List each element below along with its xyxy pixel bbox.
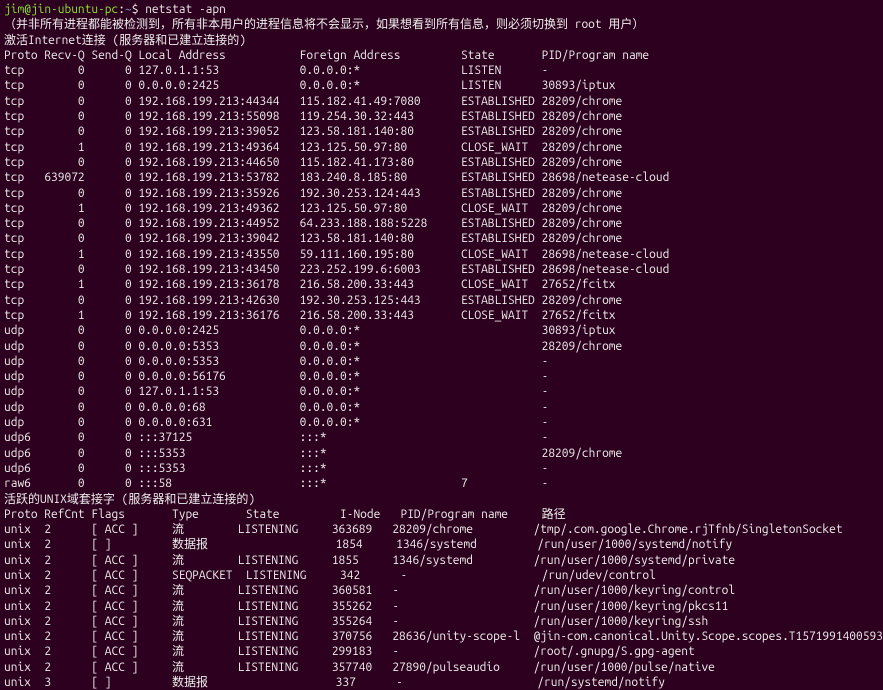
section1-header: 激活Internet连接 (服务器和已建立连接的) bbox=[4, 33, 879, 48]
table-row: unix 2 [ ] 数据报 1854 1346/systemd /run/us… bbox=[4, 537, 879, 552]
table-row: unix 2 [ ACC ] 流 LISTENING 355264 - /run… bbox=[4, 614, 879, 629]
table-row: tcp 639072 0 192.168.199.213:53782 183.2… bbox=[4, 170, 879, 185]
table-row: tcp 1 0 192.168.199.213:36176 216.58.200… bbox=[4, 308, 879, 323]
table-row: tcp 0 0 192.168.199.213:55098 119.254.30… bbox=[4, 109, 879, 124]
prompt-user-host: jim@jin-ubuntu-pc bbox=[4, 3, 118, 16]
table-row: unix 2 [ ACC ] 流 LISTENING 370756 28636/… bbox=[4, 629, 879, 644]
table-row: udp 0 0 0.0.0.0:2425 0.0.0.0:* 30893/ipt… bbox=[4, 323, 879, 338]
table-row: unix 2 [ ACC ] 流 LISTENING 363689 28209/… bbox=[4, 522, 879, 537]
table-row: tcp 1 0 192.168.199.213:49364 123.125.50… bbox=[4, 140, 879, 155]
table-row: tcp 1 0 192.168.199.213:49362 123.125.50… bbox=[4, 201, 879, 216]
table-row: tcp 0 0 192.168.199.213:42630 192.30.253… bbox=[4, 293, 879, 308]
table-row: tcp 0 0 192.168.199.213:44952 64.233.188… bbox=[4, 216, 879, 231]
table-row: udp 0 0 0.0.0.0:56176 0.0.0.0:* - bbox=[4, 369, 879, 384]
table-row: udp6 0 0 :::37125 :::* - bbox=[4, 430, 879, 445]
prompt-dollar: $ bbox=[132, 3, 139, 16]
section2-header: 活跃的UNIX域套接字 (服务器和已建立连接的) bbox=[4, 492, 879, 507]
table-row: udp6 0 0 :::5353 :::* - bbox=[4, 461, 879, 476]
warning-line: （并非所有进程都能被检测到，所有非本用户的进程信息将不会显示，如果想看到所有信息… bbox=[4, 17, 879, 32]
table-row: unix 2 [ ACC ] 流 LISTENING 299183 - /roo… bbox=[4, 644, 879, 659]
table-row: tcp 1 0 192.168.199.213:43550 59.111.160… bbox=[4, 247, 879, 262]
table-row: unix 2 [ ACC ] SEQPACKET LISTENING 342 -… bbox=[4, 568, 879, 583]
internet-connections: tcp 0 0 127.0.1.1:53 0.0.0.0:* LISTEN - … bbox=[4, 63, 879, 491]
cols1-header: Proto Recv-Q Send-Q Local Address Foreig… bbox=[4, 48, 879, 63]
table-row: tcp 0 0 192.168.199.213:43450 223.252.19… bbox=[4, 262, 879, 277]
table-row: unix 2 [ ACC ] 流 LISTENING 355262 - /run… bbox=[4, 599, 879, 614]
table-row: tcp 0 0 192.168.199.213:35926 192.30.253… bbox=[4, 186, 879, 201]
table-row: tcp 0 0 192.168.199.213:39042 123.58.181… bbox=[4, 231, 879, 246]
table-row: udp 0 0 0.0.0.0:68 0.0.0.0:* - bbox=[4, 400, 879, 415]
table-row: unix 2 [ ACC ] 流 LISTENING 360581 - /run… bbox=[4, 583, 879, 598]
table-row: unix 2 [ ACC ] 流 LISTENING 1855 1346/sys… bbox=[4, 553, 879, 568]
prompt-sep: : bbox=[118, 3, 125, 16]
table-row: tcp 0 0 0.0.0.0:2425 0.0.0.0:* LISTEN 30… bbox=[4, 78, 879, 93]
prompt-line[interactable]: jim@jin-ubuntu-pc:~$ netstat -apn bbox=[4, 2, 879, 17]
table-row: udp 0 0 0.0.0.0:5353 0.0.0.0:* - bbox=[4, 354, 879, 369]
table-row: udp 0 0 0.0.0.0:5353 0.0.0.0:* 28209/chr… bbox=[4, 339, 879, 354]
table-row: tcp 0 0 192.168.199.213:39052 123.58.181… bbox=[4, 124, 879, 139]
table-row: tcp 0 0 192.168.199.213:44650 115.182.41… bbox=[4, 155, 879, 170]
table-row: raw6 0 0 :::58 :::* 7 - bbox=[4, 476, 879, 491]
table-row: tcp 0 0 127.0.1.1:53 0.0.0.0:* LISTEN - bbox=[4, 63, 879, 78]
table-row: tcp 1 0 192.168.199.213:36178 216.58.200… bbox=[4, 277, 879, 292]
cols2-header: Proto RefCnt Flags Type State I-Node PID… bbox=[4, 507, 879, 522]
table-row: tcp 0 0 192.168.199.213:44344 115.182.41… bbox=[4, 94, 879, 109]
table-row: udp 0 0 127.0.1.1:53 0.0.0.0:* - bbox=[4, 384, 879, 399]
unix-sockets: unix 2 [ ACC ] 流 LISTENING 363689 28209/… bbox=[4, 522, 879, 690]
prompt-path: ~ bbox=[125, 3, 132, 16]
table-row: unix 2 [ ACC ] 流 LISTENING 357740 27890/… bbox=[4, 660, 879, 675]
table-row: udp 0 0 0.0.0.0:631 0.0.0.0:* - bbox=[4, 415, 879, 430]
command-text: netstat -apn bbox=[145, 3, 226, 16]
table-row: udp6 0 0 :::5353 :::* 28209/chrome bbox=[4, 446, 879, 461]
table-row: unix 3 [ ] 数据报 337 - /run/systemd/notify bbox=[4, 675, 879, 690]
